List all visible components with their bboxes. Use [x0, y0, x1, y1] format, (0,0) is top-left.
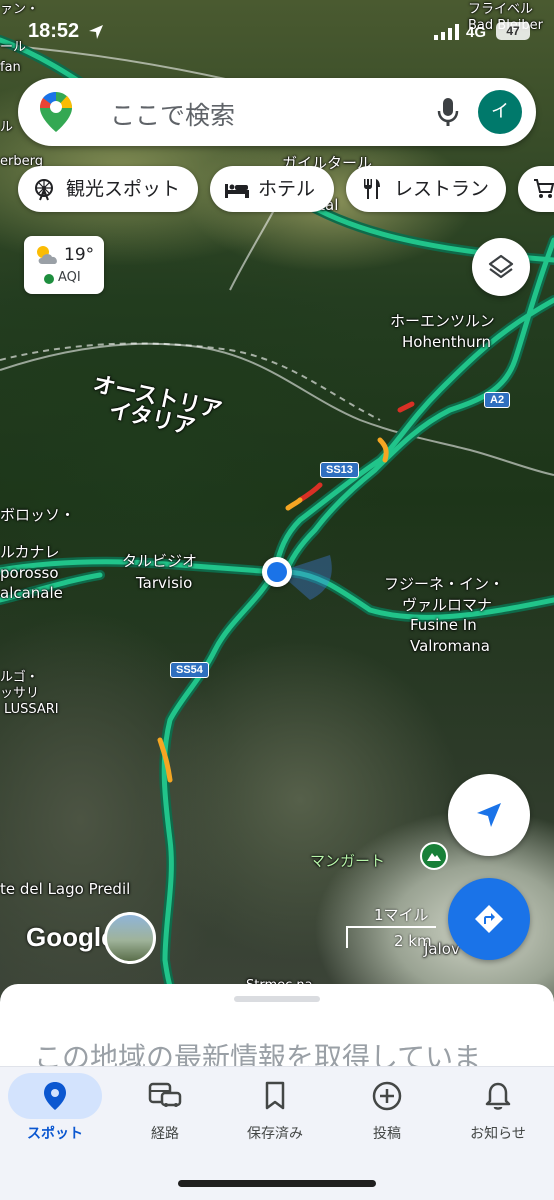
google-maps-logo-icon — [40, 92, 72, 132]
network-type: 4G — [466, 24, 487, 41]
chip-label: 観光スポット — [66, 178, 181, 200]
signal-icon — [434, 24, 459, 40]
current-location-dot — [262, 557, 292, 587]
bed-icon — [225, 184, 249, 198]
tab-saved[interactable]: 保存済み — [220, 1067, 330, 1157]
map-label: alcanale — [0, 584, 63, 602]
chip-label: ホテル — [258, 178, 316, 200]
sheet-handle[interactable] — [234, 996, 320, 1002]
cart-icon — [534, 179, 554, 198]
map-label: fan — [0, 60, 21, 75]
directions-icon — [475, 905, 503, 933]
map-label: ル — [0, 120, 14, 135]
map-label: Valromana — [410, 637, 490, 655]
map-label: ホーエンツルン — [390, 312, 495, 330]
tab-go[interactable]: 経路 — [110, 1067, 220, 1157]
status-time: 18:52 — [28, 20, 80, 42]
search-input[interactable]: ここで検索 — [110, 96, 235, 132]
weather-widget[interactable]: 19° AQI — [24, 236, 104, 294]
my-location-button[interactable] — [448, 774, 530, 856]
road-shield: A2 — [484, 392, 511, 408]
layers-button[interactable] — [472, 238, 530, 296]
tab-label: スポット — [27, 1126, 83, 1142]
bookmark-icon — [265, 1081, 285, 1110]
aqi-label: AQI — [58, 270, 81, 285]
chip-restaurants[interactable]: レストラン — [346, 166, 506, 212]
aqi-indicator — [44, 274, 54, 284]
map-label: ルカナレ — [0, 543, 60, 561]
chip-attractions[interactable]: 観光スポット — [18, 166, 198, 212]
ferris-wheel-icon — [35, 179, 53, 201]
home-indicator[interactable] — [178, 1180, 376, 1187]
status-bar: 18:52 4G 47 — [0, 0, 554, 60]
tab-label: 経路 — [151, 1126, 179, 1142]
tab-updates[interactable]: お知らせ — [443, 1067, 553, 1157]
add-circle-icon — [372, 1081, 402, 1111]
fork-knife-icon — [364, 179, 380, 199]
map-label: Hohenthurn — [402, 333, 492, 351]
loading-message: この地域の最新情報を取得していま — [34, 1041, 482, 1066]
directions-button[interactable] — [448, 878, 530, 960]
location-arrow-icon — [89, 25, 103, 39]
search-bar[interactable]: ここで検索 イ — [18, 78, 536, 146]
map-label: LUSSARI — [4, 702, 59, 717]
photo-thumbnail[interactable] — [104, 912, 156, 964]
map-label: ヴァルロマナ — [402, 596, 493, 614]
layers-icon — [488, 254, 514, 279]
tab-contribute[interactable]: 投稿 — [332, 1067, 442, 1157]
bottom-sheet[interactable]: この地域の最新情報を取得していま — [0, 984, 554, 1066]
microphone-icon[interactable] — [434, 96, 462, 128]
map-label: Tarvisio — [136, 574, 193, 592]
chip-label: レストラン — [394, 178, 490, 200]
tab-label: 保存済み — [247, 1126, 303, 1142]
commute-icon — [148, 1082, 182, 1107]
battery-icon: 47 — [496, 22, 530, 40]
map-label: マンガート — [310, 852, 386, 870]
scale-metric: 2 km — [394, 932, 432, 950]
map-label: porosso — [0, 564, 59, 582]
google-logo: Google — [26, 922, 116, 952]
tab-explore[interactable]: スポット — [0, 1067, 110, 1157]
weather-temperature: 19° — [64, 245, 95, 265]
location-pin-icon — [44, 1082, 66, 1110]
map-label: Fusine In — [410, 616, 477, 634]
bell-icon — [485, 1082, 511, 1110]
chip-hotels[interactable]: ホテル — [210, 166, 334, 212]
scale-imperial: 1マイル — [374, 906, 429, 924]
road-shield: SS54 — [170, 662, 209, 678]
tab-label: 投稿 — [373, 1126, 401, 1142]
map-label: タルビジオ — [122, 552, 198, 570]
mountain-peak-icon[interactable] — [420, 842, 448, 870]
account-avatar[interactable]: イ — [478, 90, 522, 134]
partly-cloudy-icon — [37, 246, 57, 264]
map-label: te del Lago Predil — [0, 880, 131, 898]
map-label: ボロッソ・ — [0, 506, 76, 524]
navigation-arrow-icon — [477, 803, 501, 827]
tab-label: お知らせ — [470, 1126, 526, 1142]
road-shield: SS13 — [320, 462, 359, 478]
map-label: フジーネ・イン・ — [384, 575, 505, 593]
